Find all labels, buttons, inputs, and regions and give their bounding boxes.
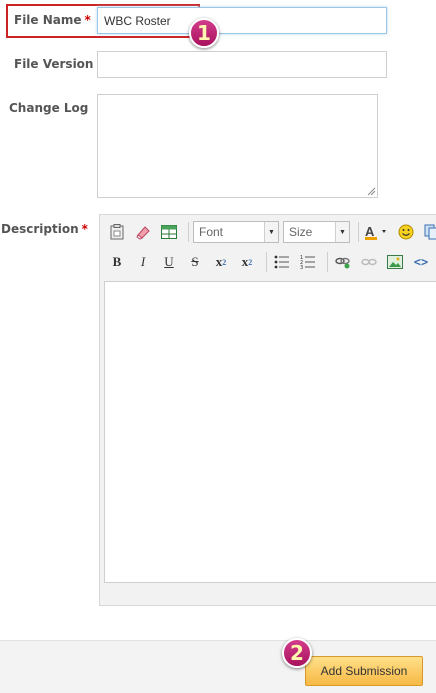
chevron-down-icon: ▼ (264, 222, 278, 242)
rich-text-editor: Font ▼ Size ▼ A B I U S x2 x2 1 2 3 <> (99, 214, 436, 606)
bullet-list-icon[interactable] (271, 251, 293, 273)
italic-button[interactable]: I (132, 251, 154, 273)
table-icon[interactable] (158, 221, 180, 243)
step-1-badge: 1 (189, 18, 219, 48)
change-log-label: Change Log (9, 101, 89, 115)
required-mark: * (81, 222, 88, 236)
unlink-icon[interactable] (358, 251, 380, 273)
eraser-icon[interactable] (132, 221, 154, 243)
add-submission-button[interactable]: Add Submission (305, 656, 423, 686)
smiley-icon[interactable] (395, 221, 417, 243)
size-select[interactable]: Size ▼ (283, 221, 350, 243)
underline-button[interactable]: U (158, 251, 180, 273)
copy-icon[interactable] (421, 221, 436, 243)
editor-toolbar-row-1: Font ▼ Size ▼ A (106, 219, 436, 245)
subscript-button[interactable]: x2 (210, 251, 232, 273)
font-select[interactable]: Font ▼ (193, 221, 279, 243)
file-version-label: File Version (14, 57, 94, 71)
required-mark: * (84, 13, 91, 27)
toolbar-separator (188, 222, 189, 242)
editor-toolbar-row-2: B I U S x2 x2 123 <> (106, 249, 436, 275)
toolbar-separator (358, 222, 359, 242)
svg-text:3: 3 (300, 265, 303, 269)
change-log-textarea[interactable] (97, 94, 378, 198)
toolbar-separator (266, 252, 267, 272)
superscript-button[interactable]: x2 (236, 251, 258, 273)
file-name-input[interactable] (97, 7, 387, 34)
link-icon[interactable] (332, 251, 354, 273)
file-version-input[interactable] (97, 51, 387, 78)
toolbar-separator (327, 252, 328, 272)
source-code-icon[interactable]: <> (410, 251, 432, 273)
strikethrough-button[interactable]: S (184, 251, 206, 273)
text-color-icon[interactable]: A (363, 221, 391, 243)
image-icon[interactable] (384, 251, 406, 273)
numbered-list-icon[interactable]: 123 (297, 251, 319, 273)
paste-text-icon[interactable] (106, 221, 128, 243)
description-editor-area[interactable] (104, 281, 436, 583)
bold-button[interactable]: B (106, 251, 128, 273)
svg-text:A: A (365, 224, 375, 239)
step-2-badge: 2 (282, 638, 312, 668)
chevron-down-icon: ▼ (335, 222, 349, 242)
description-label: Description * (1, 222, 88, 236)
file-name-label: File Name * (14, 13, 91, 27)
